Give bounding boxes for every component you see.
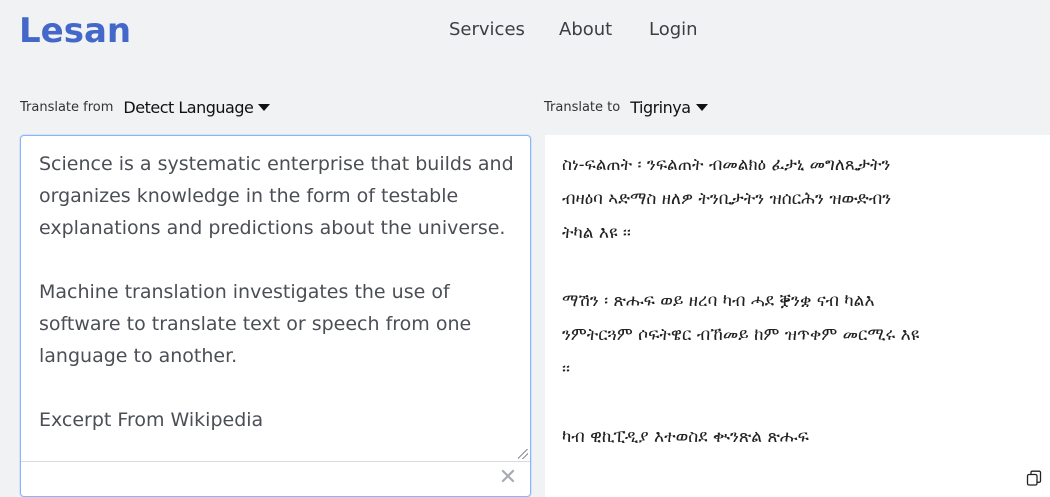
nav-link-services[interactable]: Services — [449, 17, 559, 43]
resize-handle-icon[interactable] — [518, 449, 528, 459]
source-language-value: Detect Language — [123, 97, 254, 117]
source-panel-divider — [21, 461, 530, 462]
clear-text-button[interactable]: ✕ — [498, 465, 518, 490]
translator-page: Lesan Services About Login Translate fro… — [0, 0, 1050, 497]
top-nav: Services About Login — [449, 17, 698, 43]
target-language-label: Translate to — [544, 99, 621, 115]
source-language-label: Translate from — [20, 99, 114, 115]
translation-output-text: ስነ-ፍልጠት ፡ ንፍልጠት ብመልክዕ ፈታኒ መግለጺታትን ብዛዕባ ኣ… — [562, 155, 920, 447]
brand-logo[interactable]: Lesan — [19, 9, 131, 53]
translation-output-panel: ስነ-ፍልጠት ፡ ንፍልጠት ብመልክዕ ፈታኒ መግለጺታትን ብዛዕባ ኣ… — [545, 135, 1050, 497]
source-language-row: Translate from Detect Language — [20, 95, 271, 119]
source-language-dropdown[interactable]: Detect Language — [123, 97, 271, 117]
target-language-row: Translate to Tigrinya — [544, 95, 708, 119]
target-language-dropdown[interactable]: Tigrinya — [630, 97, 708, 117]
copy-translation-button[interactable] — [1026, 470, 1042, 486]
caret-down-icon — [258, 104, 271, 111]
copy-icon — [1026, 470, 1042, 486]
nav-link-about[interactable]: About — [559, 17, 649, 43]
close-icon: ✕ — [498, 465, 518, 490]
caret-down-icon — [695, 104, 708, 111]
source-text-panel: Science is a systematic enterprise that … — [20, 135, 531, 497]
source-textarea[interactable]: Science is a systematic enterprise that … — [39, 148, 524, 436]
target-language-value: Tigrinya — [630, 97, 691, 117]
nav-link-login[interactable]: Login — [649, 17, 698, 43]
